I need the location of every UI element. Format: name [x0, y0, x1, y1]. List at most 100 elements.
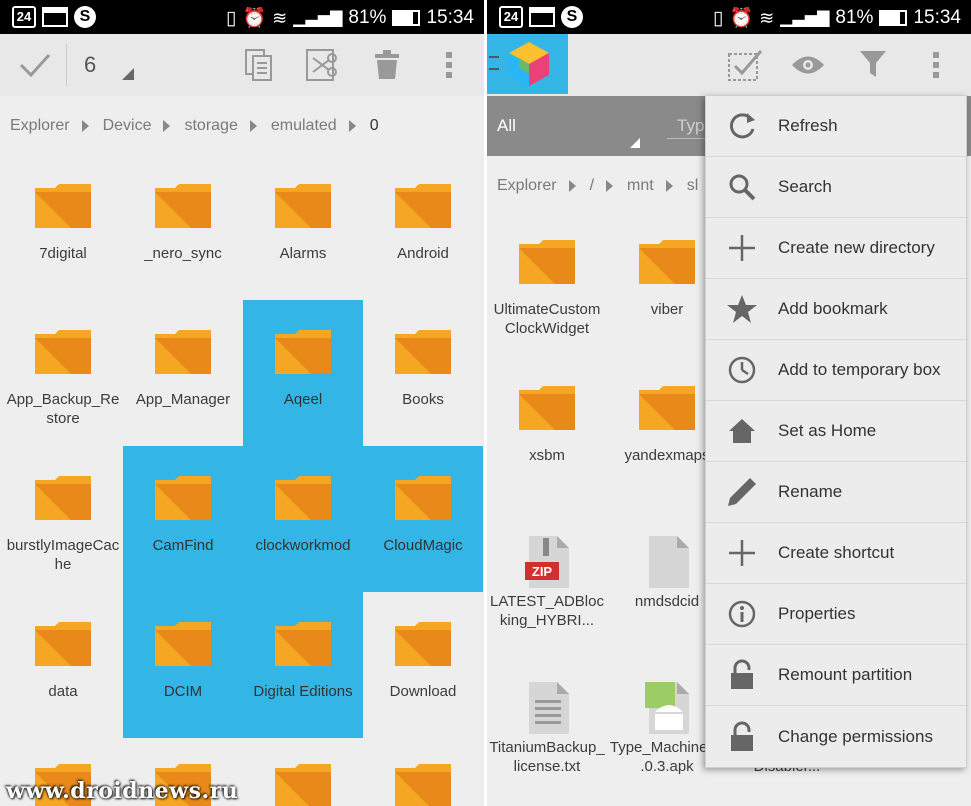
text-file-icon [529, 682, 569, 734]
folder-icon [395, 184, 451, 228]
folder-item-burstlyimagecache[interactable]: burstlyImageCache [3, 446, 123, 592]
folder-item-android[interactable]: Android [363, 154, 483, 300]
clock-icon [706, 340, 778, 401]
folder-label: _nero_sync [144, 245, 222, 262]
clock-time: 15:34 [913, 7, 961, 28]
folder-item-camfind[interactable]: CamFind [123, 446, 243, 592]
alarm-icon: ⏰ [242, 8, 267, 29]
folder-label: Books [402, 391, 444, 408]
breadcrumb-root[interactable]: / [590, 177, 604, 195]
chevron-right-icon [348, 120, 356, 132]
folder-label: burstlyImageCache [6, 537, 120, 573]
cut-icon[interactable] [305, 48, 341, 82]
breadcrumb: Explorer Device storage emulated 0 [0, 96, 484, 156]
menu-item-create-shortcut[interactable]: Create shortcut [706, 523, 966, 584]
lock-icon [706, 706, 778, 767]
checkmark-icon[interactable] [18, 50, 52, 80]
skype-icon: S [74, 6, 96, 28]
lock-icon [706, 645, 778, 706]
breadcrumb-device[interactable]: Device [103, 117, 162, 135]
drawer-icon[interactable] [489, 56, 499, 70]
folder-icon [155, 184, 211, 228]
star-icon [706, 279, 778, 340]
menu-item-label: Refresh [778, 116, 838, 135]
folder-label: clockworkmod [255, 537, 351, 554]
folder-label: Digital Editions [253, 683, 353, 700]
folder-item-download[interactable]: Download [363, 592, 483, 738]
folder-item-books[interactable]: Books [363, 300, 483, 446]
info-icon [706, 584, 778, 645]
menu-item-set-as-home[interactable]: Set as Home [706, 401, 966, 462]
breadcrumb-0[interactable]: 0 [370, 117, 389, 135]
folder-item-aqeel[interactable]: Aqeel [243, 300, 363, 446]
app-logo[interactable] [487, 34, 568, 94]
watermark: www.droidnews.ru [6, 778, 239, 804]
folder-icon [639, 386, 695, 430]
search-icon [706, 157, 778, 218]
filter-icon[interactable] [859, 50, 887, 78]
folder-icon [155, 330, 211, 374]
folder-label: data [48, 683, 78, 700]
folder-label: CloudMagic [383, 537, 463, 554]
folder-item-clockworkmod[interactable]: clockworkmod [243, 446, 363, 592]
eye-icon[interactable] [791, 54, 825, 76]
folder-item-digital-editions[interactable]: Digital Editions [243, 592, 363, 738]
menu-item-add-bookmark[interactable]: Add bookmark [706, 279, 966, 340]
menu-item-add-to-temporary-box[interactable]: Add to temporary box [706, 340, 966, 401]
status-bar: 24 S ▯ ⏰ ≋ ▁▃▅▇ 81% 15:34 [0, 0, 484, 34]
folder-item-alarms[interactable]: Alarms [243, 154, 363, 300]
selection-count[interactable]: 6 [84, 52, 96, 78]
overflow-menu-icon[interactable] [444, 50, 454, 80]
dropdown-triangle-icon[interactable] [122, 68, 134, 80]
folder-item-app-backup-restore[interactable]: App_Backup_Restore [3, 300, 123, 446]
folder-item-nero-sync[interactable]: _nero_sync [123, 154, 243, 300]
folder-item-data[interactable]: data [3, 592, 123, 738]
menu-item-rename[interactable]: Rename [706, 462, 966, 523]
signal-icon: ▁▃▅▇ [780, 10, 830, 27]
copy-icon[interactable] [244, 48, 274, 82]
item-label: TitaniumBackup_license.txt [489, 739, 605, 775]
battery-percent: 81% [348, 7, 387, 28]
trash-icon[interactable] [374, 50, 400, 80]
folder-item-dcim[interactable]: DCIM [123, 592, 243, 738]
folder-icon [155, 622, 211, 666]
item-label: UltimateCustomClockWidget [493, 301, 601, 337]
menu-item-label: Search [778, 177, 832, 196]
folder-label: DCIM [163, 683, 203, 700]
android-apk-icon [645, 682, 689, 734]
folder-icon [35, 476, 91, 520]
breadcrumb-mnt[interactable]: mnt [627, 177, 664, 195]
breadcrumb-emulated[interactable]: emulated [271, 117, 347, 135]
alarm-icon: ⏰ [729, 8, 754, 29]
folder-item-cloudmagic[interactable]: CloudMagic [363, 446, 483, 592]
menu-item-properties[interactable]: Properties [706, 584, 966, 645]
folder-icon [519, 240, 575, 284]
file-item-latest-adblocking-hybri[interactable]: ZIP LATEST_ADBlocking_HYBRI... [487, 502, 607, 648]
file-item-titaniumbackup-license-txt[interactable]: TitaniumBackup_license.txt [487, 648, 607, 794]
folder-item-7digital[interactable]: 7digital [3, 154, 123, 300]
menu-item-label: Properties [778, 604, 856, 623]
breadcrumb-explorer[interactable]: Explorer [497, 177, 567, 195]
type-dropdown[interactable]: Typ [677, 116, 704, 136]
folder-icon [275, 330, 331, 374]
menu-item-create-new-directory[interactable]: Create new directory [706, 218, 966, 279]
menu-item-search[interactable]: Search [706, 157, 966, 218]
menu-item-label: Set as Home [778, 421, 877, 440]
folder-item-ultimatecustomclockwidget[interactable]: UltimateCustomClockWidget [487, 210, 607, 356]
folder-item-xsbm[interactable]: xsbm [487, 356, 607, 502]
breadcrumb-storage[interactable]: storage [184, 117, 247, 135]
folder-item-app-manager[interactable]: App_Manager [123, 300, 243, 446]
overflow-menu-icon[interactable] [931, 50, 941, 80]
menu-item-remount-partition[interactable]: Remount partition [706, 645, 966, 706]
folder-label: Android [397, 245, 449, 262]
select-all-icon[interactable] [727, 48, 763, 82]
refresh-icon [706, 96, 778, 157]
breadcrumb-explorer[interactable]: Explorer [10, 117, 80, 135]
menu-item-change-permissions[interactable]: Change permissions [706, 706, 966, 767]
filter-all-dropdown[interactable]: All [497, 116, 516, 136]
chevron-right-icon [568, 180, 576, 192]
folder-icon [155, 476, 211, 520]
menu-item-refresh[interactable]: Refresh [706, 96, 966, 157]
wifi-icon: ≋ [272, 7, 288, 28]
file-icon [649, 536, 689, 588]
